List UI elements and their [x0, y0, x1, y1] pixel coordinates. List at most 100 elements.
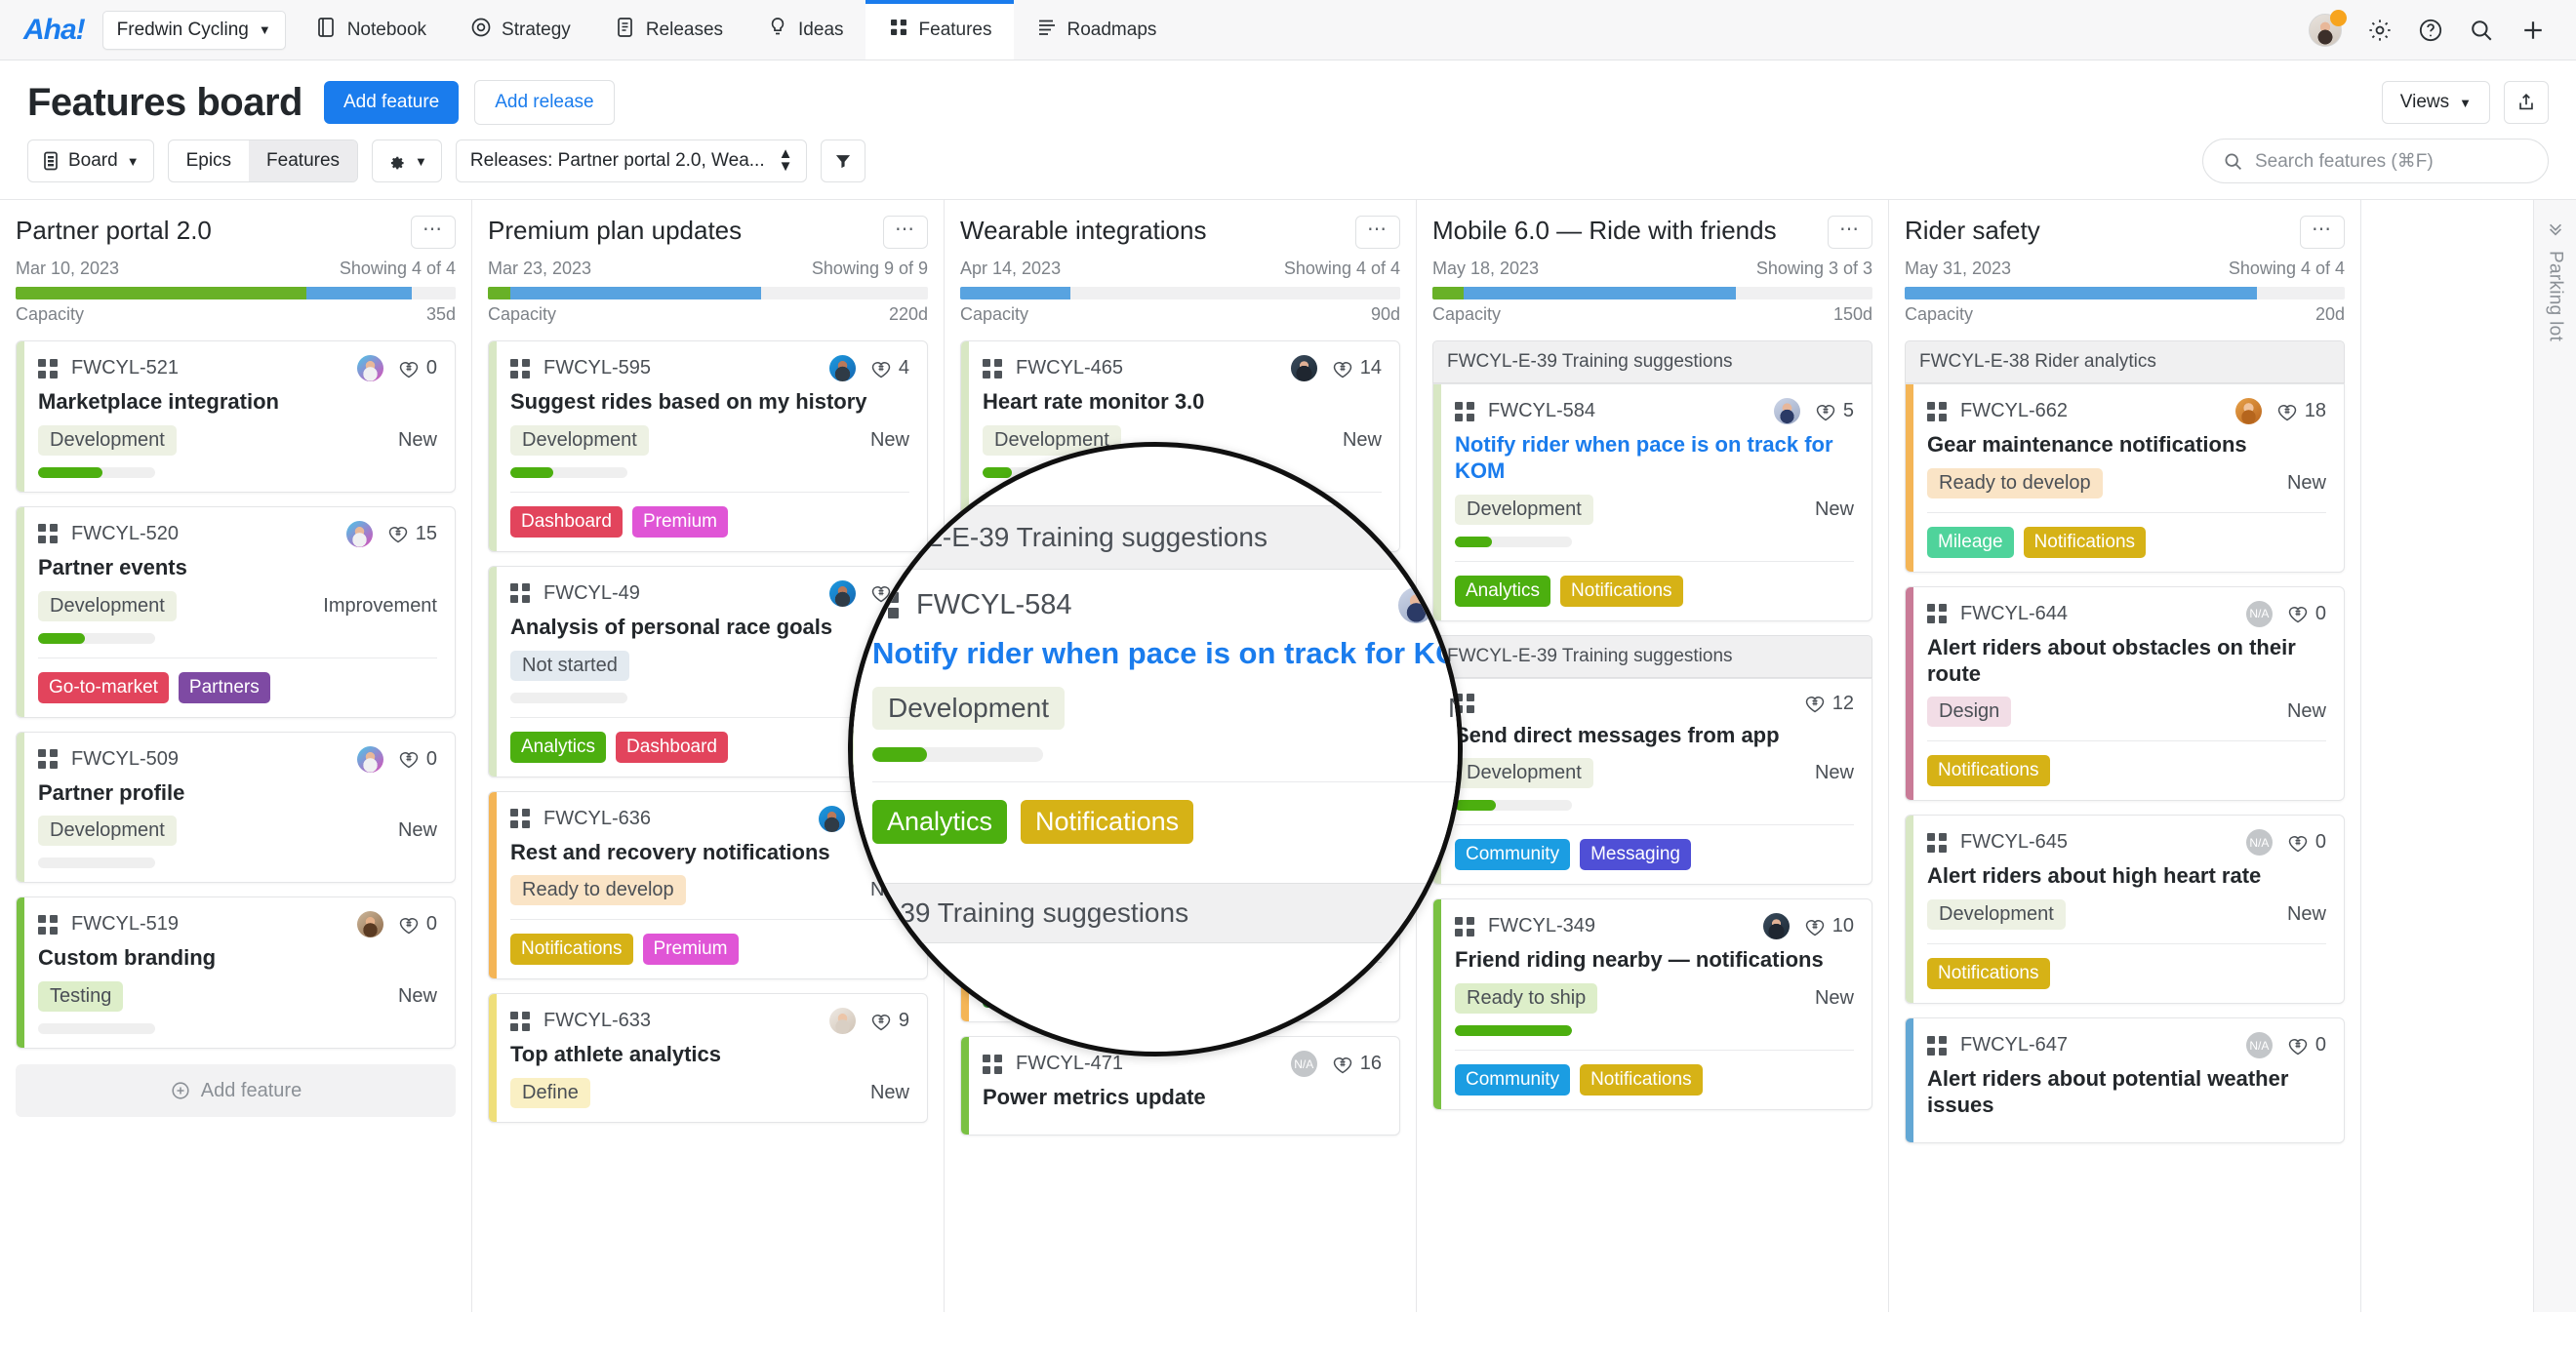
share-button[interactable] — [2504, 81, 2549, 124]
tag[interactable]: Premium — [631, 505, 728, 538]
card-title[interactable]: Marketplace integration — [38, 389, 437, 416]
card-title[interactable]: Analysis of personal race goals — [510, 615, 909, 641]
feature-card[interactable]: FWCYL-349 10 Friend riding nearby — notifi… — [1432, 898, 1872, 1111]
capacity-bar — [16, 287, 456, 299]
parking-lot-label: Parking lot — [2545, 251, 2566, 342]
avatar — [356, 745, 383, 773]
toggle-epics[interactable]: Epics — [169, 140, 249, 181]
add-release-button[interactable]: Add release — [474, 80, 615, 125]
add-feature-inline-button[interactable]: Add feature — [16, 1064, 456, 1118]
comment-count-value: 14 — [1359, 357, 1382, 379]
card-title[interactable]: Notify rider when pace is on track for K… — [1455, 432, 1854, 485]
filter-button[interactable] — [821, 139, 866, 182]
nav-item-features[interactable]: Features — [865, 0, 1014, 60]
card-title[interactable]: Top athlete analytics — [510, 1042, 909, 1068]
tag[interactable]: Community — [1455, 1064, 1571, 1096]
card-title[interactable]: Heart rate monitor 3.0 — [983, 389, 1382, 416]
nav-item-strategy[interactable]: Strategy — [448, 0, 592, 60]
card-title[interactable]: Gear maintenance notifications — [1927, 432, 2326, 458]
search-icon[interactable] — [2469, 18, 2494, 43]
tag[interactable]: Partners — [178, 671, 270, 703]
epic-banner[interactable]: FWCYL-E-39 Training suggestions — [1432, 634, 1872, 678]
tag[interactable]: Dashboard — [616, 731, 728, 763]
epic-banner[interactable]: FWCYL-E-38 Rider analytics — [1905, 340, 2345, 383]
board-view-selector[interactable]: Board ▼ — [27, 139, 154, 182]
gear-icon[interactable] — [2367, 18, 2393, 43]
search-features-input[interactable]: Search features (⌘F) — [2202, 139, 2549, 183]
aha-logo[interactable]: Aha! — [0, 0, 102, 60]
tag[interactable]: Dashboard — [510, 505, 623, 538]
lens-card-title[interactable]: Notify rider when pace is on track for K… — [872, 635, 1458, 673]
tag[interactable]: Notifications — [1580, 1064, 1703, 1096]
comment-count-value: 0 — [2314, 1034, 2326, 1056]
parking-lot-rail[interactable]: Parking lot — [2533, 200, 2576, 1312]
nav-item-releases[interactable]: Releases — [592, 0, 745, 60]
card-title[interactable]: Custom branding — [38, 945, 437, 972]
card-title[interactable]: Alert riders about high heart rate — [1927, 863, 2326, 890]
lens-feature-card[interactable]: FWCYL-584 5 Notify rider when pace is on… — [853, 570, 1458, 861]
column-menu-button[interactable]: ⋯ — [1828, 216, 1872, 249]
nav-item-ideas[interactable]: Ideas — [745, 0, 865, 60]
comment-count-value: 5 — [1842, 400, 1854, 421]
releases-filter-select[interactable]: Releases: Partner portal 2.0, Wea... ▲ ▼ — [455, 139, 808, 182]
tag[interactable]: Mileage — [1927, 526, 2014, 558]
tag[interactable]: Community — [1455, 839, 1571, 871]
help-icon[interactable] — [2418, 18, 2443, 43]
epic-banner[interactable]: FWCYL-E-39 Training suggestions — [1432, 340, 1872, 383]
user-avatar[interactable] — [2309, 9, 2347, 47]
card-title[interactable]: Power metrics update — [983, 1085, 1382, 1111]
feature-card[interactable]: FWCYL-584 5 Notify rider when pace is on t… — [1432, 383, 1872, 621]
tag[interactable]: Notifications — [510, 934, 633, 966]
tag[interactable]: Notifications — [1927, 958, 2050, 990]
card-title[interactable]: Rest and recovery notifications — [510, 840, 909, 866]
feature-card[interactable]: FWCYL-645 N/A 0 Alert riders about high hea… — [1905, 815, 2345, 1005]
comment-icon — [399, 918, 419, 935]
tag[interactable]: Analytics — [510, 731, 607, 763]
feature-card[interactable]: FWCYL-520 15 Partner events Development Impr… — [16, 505, 456, 718]
card-title[interactable]: Friend riding nearby — notifications — [1455, 947, 1854, 974]
card-title[interactable]: Partner profile — [38, 780, 437, 807]
tag[interactable]: Notifications — [1927, 755, 2050, 787]
tag[interactable]: Messaging — [1580, 839, 1691, 871]
card-title[interactable]: Alert riders about potential weather iss… — [1927, 1066, 2326, 1119]
card-title[interactable]: Suggest rides based on my history — [510, 389, 909, 416]
feature-card[interactable]: FWCYL-662 18 Gear maintenance notification… — [1905, 383, 2345, 573]
card-title[interactable]: Send direct messages from app — [1455, 723, 1854, 749]
feature-card[interactable]: 12 Send direct messages from app Developme… — [1432, 677, 1872, 886]
tag[interactable]: Analytics — [1455, 575, 1551, 607]
toggle-features[interactable]: Features — [249, 140, 358, 181]
feature-card[interactable]: FWCYL-509 0 Partner profile Development New — [16, 731, 456, 884]
tag[interactable]: Go-to-market — [38, 671, 169, 703]
nav-item-notebook[interactable]: Notebook — [294, 0, 448, 60]
feature-card[interactable]: FWCYL-647 N/A 0 Alert riders about potentia… — [1905, 1017, 2345, 1143]
grid-icon — [510, 1011, 530, 1031]
plus-icon[interactable] — [2519, 17, 2547, 44]
progress-bar — [1455, 536, 1572, 547]
board-settings-button[interactable]: ▼ — [372, 139, 442, 182]
lens-tag[interactable]: Analytics — [872, 799, 1008, 844]
column-menu-button[interactable]: ⋯ — [411, 216, 456, 249]
column-menu-button[interactable]: ⋯ — [2300, 216, 2345, 249]
project-selector[interactable]: Fredwin Cycling ▼ — [101, 10, 286, 50]
card-title[interactable]: Alert riders about obstacles on their ro… — [1927, 635, 2326, 688]
nav-item-roadmaps[interactable]: Roadmaps — [1014, 0, 1179, 60]
card-status-stripe — [489, 791, 497, 979]
feature-card[interactable]: FWCYL-521 0 Marketplace integration Develop… — [16, 340, 456, 493]
column-menu-button[interactable]: ⋯ — [1355, 216, 1400, 249]
feature-card[interactable]: FWCYL-644 N/A 0 Alert riders about obstacle… — [1905, 585, 2345, 802]
status-badge: Development — [38, 590, 177, 621]
add-feature-button[interactable]: Add feature — [323, 81, 460, 124]
card-title[interactable]: Partner events — [38, 555, 437, 581]
tag[interactable]: Notifications — [1560, 575, 1683, 607]
lens-tag[interactable]: Notifications — [1021, 799, 1194, 844]
card-status-stripe — [489, 994, 497, 1123]
feature-card[interactable]: FWCYL-519 0 Custom branding Testing New — [16, 897, 456, 1050]
tag[interactable]: Notifications — [2023, 526, 2147, 558]
capacity-value: 150d — [1832, 304, 1872, 324]
views-button[interactable]: Views ▼ — [2381, 81, 2490, 124]
tag[interactable]: Premium — [642, 934, 739, 966]
avatar — [828, 1008, 856, 1035]
feature-card[interactable]: FWCYL-633 9 Top athlete analytics Define New — [488, 993, 928, 1124]
column-menu-button[interactable]: ⋯ — [883, 216, 928, 249]
grid-icon — [872, 592, 899, 618]
